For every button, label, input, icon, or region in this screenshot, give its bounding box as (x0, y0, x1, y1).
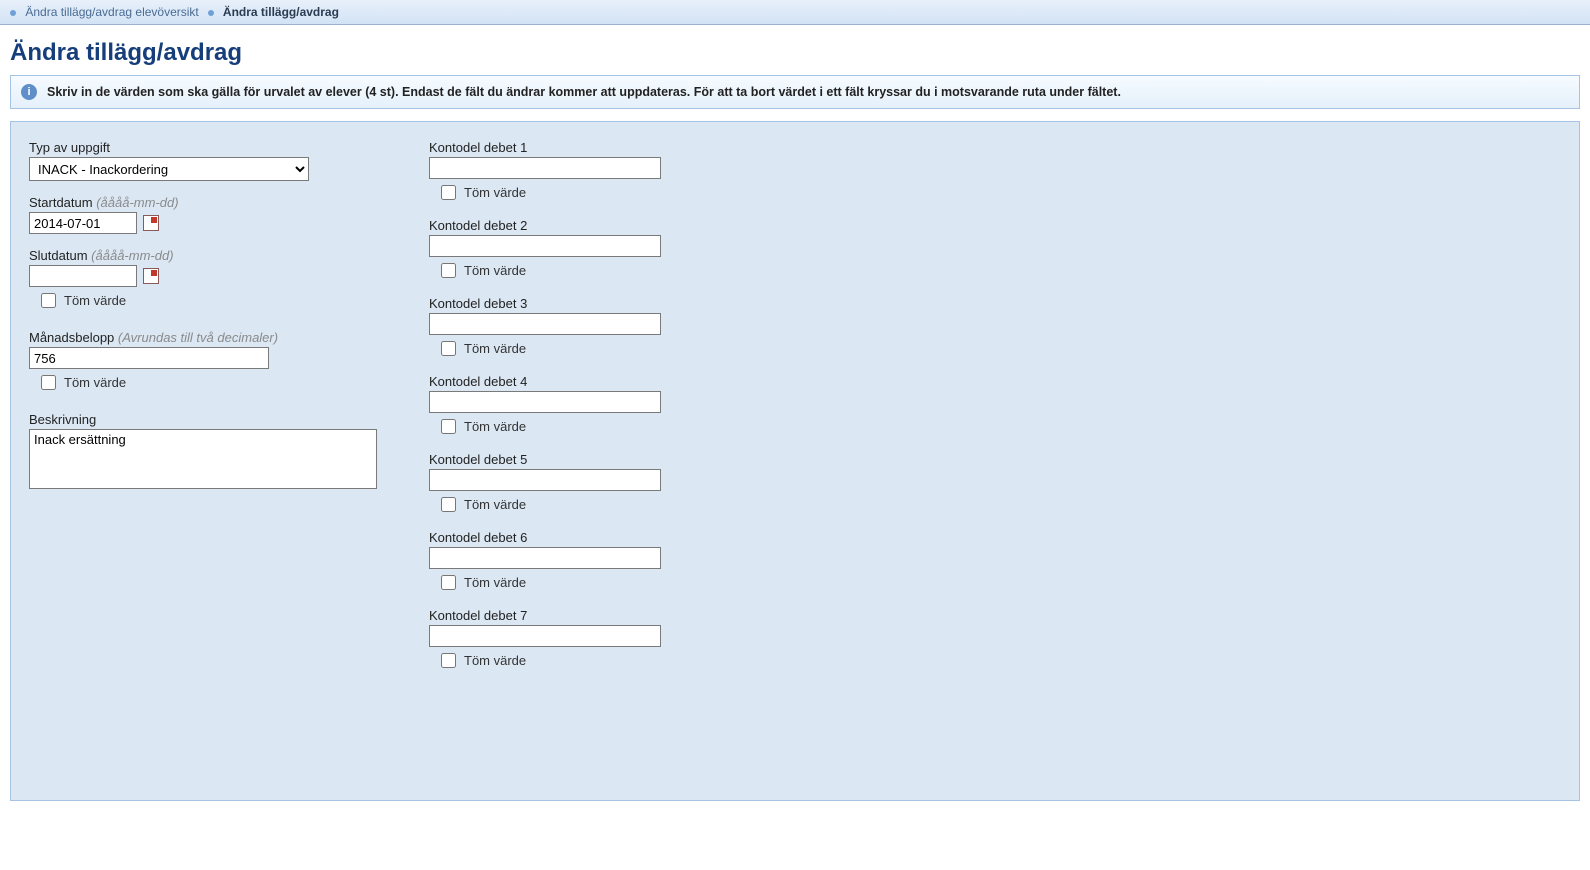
kontodel-tom-varde-label: Töm värde (464, 341, 526, 356)
kontodel-tom-varde-checkbox[interactable] (441, 575, 456, 590)
hint-startdatum: (åååå-mm-dd) (96, 195, 178, 210)
label-manadsbelopp: Månadsbelopp (Avrundas till två decimale… (29, 330, 389, 345)
manadsbelopp-tom-varde-checkbox[interactable] (41, 375, 56, 390)
info-bar: i Skriv in de värden som ska gälla för u… (10, 75, 1580, 109)
hint-slutdatum: (åååå-mm-dd) (91, 248, 173, 263)
breadcrumb-bullet-icon (10, 10, 16, 16)
label-beskrivning: Beskrivning (29, 412, 389, 427)
slutdatum-tom-varde-checkbox[interactable] (41, 293, 56, 308)
kontodel-debet-input[interactable] (429, 547, 661, 569)
form-column-right: Kontodel debet 1Töm värdeKontodel debet … (429, 140, 719, 686)
kontodel-debet-input[interactable] (429, 391, 661, 413)
label-kontodel-debet: Kontodel debet 1 (429, 140, 719, 155)
kontodel-tom-varde-label: Töm värde (464, 419, 526, 434)
breadcrumb-current: Ändra tillägg/avdrag (223, 5, 339, 19)
kontodel-tom-varde-checkbox[interactable] (441, 653, 456, 668)
beskrivning-textarea[interactable] (29, 429, 377, 489)
kontodel-tom-varde-label: Töm värde (464, 497, 526, 512)
label-slutdatum: Slutdatum (åååå-mm-dd) (29, 248, 389, 263)
label-slutdatum-text: Slutdatum (29, 248, 88, 263)
label-kontodel-debet: Kontodel debet 4 (429, 374, 719, 389)
slutdatum-tom-varde-label: Töm värde (64, 293, 126, 308)
page-title: Ändra tillägg/avdrag (10, 39, 1590, 67)
kontodel-tom-varde-label: Töm värde (464, 185, 526, 200)
kontodel-debet-block: Kontodel debet 4 Töm värde (429, 374, 719, 434)
kontodel-debet-input[interactable] (429, 469, 661, 491)
kontodel-debet-block: Kontodel debet 2 Töm värde (429, 218, 719, 278)
manadsbelopp-input[interactable] (29, 347, 269, 369)
kontodel-tom-varde-label: Töm värde (464, 653, 526, 668)
label-startdatum-text: Startdatum (29, 195, 93, 210)
hint-manadsbelopp: (Avrundas till två decimaler) (118, 330, 278, 345)
kontodel-tom-varde-checkbox[interactable] (441, 419, 456, 434)
typ-av-uppgift-select[interactable]: INACK - Inackordering (29, 157, 309, 181)
label-kontodel-debet: Kontodel debet 2 (429, 218, 719, 233)
kontodel-debet-input[interactable] (429, 235, 661, 257)
kontodel-tom-varde-label: Töm värde (464, 575, 526, 590)
manadsbelopp-tom-varde-label: Töm värde (64, 375, 126, 390)
kontodel-tom-varde-label: Töm värde (464, 263, 526, 278)
breadcrumb-link-overview[interactable]: Ändra tillägg/avdrag elevöversikt (25, 5, 198, 19)
kontodel-debet-block: Kontodel debet 1 Töm värde (429, 140, 719, 200)
kontodel-tom-varde-checkbox[interactable] (441, 263, 456, 278)
breadcrumb-separator-icon (208, 8, 217, 19)
label-kontodel-debet: Kontodel debet 6 (429, 530, 719, 545)
calendar-icon[interactable] (143, 268, 159, 284)
slutdatum-input[interactable] (29, 265, 137, 287)
kontodel-debet-input[interactable] (429, 625, 661, 647)
info-icon: i (21, 84, 37, 100)
calendar-icon[interactable] (143, 215, 159, 231)
kontodel-debet-input[interactable] (429, 157, 661, 179)
info-text: Skriv in de värden som ska gälla för urv… (47, 85, 1121, 99)
label-kontodel-debet: Kontodel debet 7 (429, 608, 719, 623)
label-startdatum: Startdatum (åååå-mm-dd) (29, 195, 389, 210)
label-kontodel-debet: Kontodel debet 5 (429, 452, 719, 467)
form-panel: Typ av uppgift INACK - Inackordering Sta… (10, 121, 1580, 801)
kontodel-tom-varde-checkbox[interactable] (441, 341, 456, 356)
kontodel-debet-block: Kontodel debet 5 Töm värde (429, 452, 719, 512)
startdatum-input[interactable] (29, 212, 137, 234)
kontodel-tom-varde-checkbox[interactable] (441, 185, 456, 200)
kontodel-debet-input[interactable] (429, 313, 661, 335)
label-manadsbelopp-text: Månadsbelopp (29, 330, 114, 345)
breadcrumb: Ändra tillägg/avdrag elevöversikt Ändra … (0, 0, 1590, 25)
kontodel-debet-block: Kontodel debet 7 Töm värde (429, 608, 719, 668)
kontodel-debet-block: Kontodel debet 6 Töm värde (429, 530, 719, 590)
form-column-left: Typ av uppgift INACK - Inackordering Sta… (29, 140, 389, 506)
kontodel-tom-varde-checkbox[interactable] (441, 497, 456, 512)
label-typ: Typ av uppgift (29, 140, 389, 155)
kontodel-debet-block: Kontodel debet 3 Töm värde (429, 296, 719, 356)
label-kontodel-debet: Kontodel debet 3 (429, 296, 719, 311)
